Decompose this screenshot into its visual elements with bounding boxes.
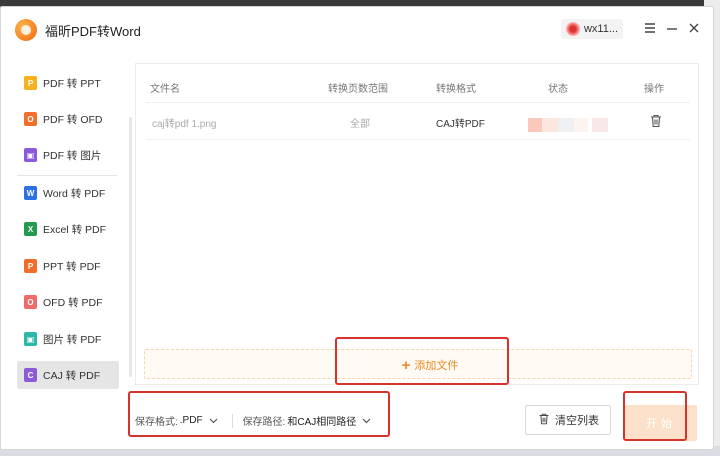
sidebar-item-label: PDF 转 OFD — [43, 113, 103, 126]
header-status: 状态 — [548, 84, 568, 95]
caj-icon: C — [24, 368, 37, 382]
clear-list-label: 清空列表 — [555, 415, 599, 427]
close-icon[interactable] — [687, 21, 701, 35]
sidebar-item-word-to-pdf[interactable]: W Word 转 PDF — [17, 179, 119, 207]
minimize-icon[interactable] — [665, 21, 679, 35]
sidebar-item-label: OFD 转 PDF — [43, 296, 103, 309]
clear-list-button[interactable]: 清空列表 — [525, 405, 611, 435]
image-icon: ▣ — [24, 148, 37, 162]
sidebar-item-pdf-to-ppt[interactable]: P PDF 转 PPT — [17, 69, 119, 97]
sidebar-item-ofd-to-pdf[interactable]: O OFD 转 PDF — [17, 288, 119, 316]
user-account[interactable]: wx11... — [560, 19, 623, 39]
avatar — [565, 22, 580, 36]
trash-icon[interactable] — [648, 113, 664, 129]
app-logo-icon — [15, 19, 37, 41]
menu-icon[interactable] — [643, 21, 657, 35]
image-icon: ▣ — [24, 332, 37, 346]
ppt-icon: P — [24, 76, 37, 90]
sidebar-item-label: 图片 转 PDF — [43, 333, 102, 346]
ofd-icon: O — [24, 295, 37, 309]
highlight-start — [623, 391, 687, 441]
sidebar-item-label: Word 转 PDF — [43, 187, 106, 200]
sidebar-item-label: PDF 转 PPT — [43, 77, 101, 90]
sidebar-scrollbar[interactable] — [129, 117, 132, 377]
trash-icon — [537, 412, 551, 429]
header-filename: 文件名 — [150, 84, 180, 95]
file-name: caj转pdf 1.png — [152, 119, 217, 130]
excel-icon: X — [24, 222, 37, 236]
sidebar-item-caj-to-pdf[interactable]: C CAJ 转 PDF — [17, 361, 119, 389]
sidebar-divider — [17, 175, 117, 176]
sidebar-item-label: Excel 转 PDF — [43, 223, 107, 236]
sidebar-item-ppt-to-pdf[interactable]: P PPT 转 PDF — [17, 252, 119, 280]
ppt-icon: P — [24, 259, 37, 273]
highlight-save-settings — [128, 391, 390, 437]
highlight-add-file — [335, 337, 509, 385]
sidebar-item-label: PDF 转 图片 — [43, 149, 102, 162]
header-format: 转换格式 — [436, 84, 476, 95]
user-name: wx11... — [583, 23, 618, 35]
sidebar-item-image-to-pdf[interactable]: ▣ 图片 转 PDF — [17, 325, 119, 353]
convert-format: CAJ转PDF — [436, 119, 485, 130]
header-action: 操作 — [644, 84, 664, 95]
titlebar: 福昕PDF转Word wx11... — [1, 7, 713, 51]
app-title: 福昕PDF转Word — [45, 24, 141, 39]
app-window: 福昕PDF转Word wx11... P PDF 转 PPT O PDF 转 O… — [0, 6, 714, 450]
table-row[interactable]: caj转pdf 1.png 全部 CAJ转PDF — [146, 102, 690, 140]
sidebar-item-label: CAJ 转 PDF — [43, 369, 101, 382]
ofd-icon: O — [24, 112, 37, 126]
word-icon: W — [24, 186, 37, 200]
sidebar-item-excel-to-pdf[interactable]: X Excel 转 PDF — [17, 215, 119, 243]
sidebar-item-pdf-to-ofd[interactable]: O PDF 转 OFD — [17, 105, 119, 133]
page-range[interactable]: 全部 — [350, 115, 370, 130]
sidebar-item-pdf-to-image[interactable]: ▣ PDF 转 图片 — [17, 141, 119, 169]
status-progress — [528, 118, 608, 132]
sidebar: P PDF 转 PPT O PDF 转 OFD ▣ PDF 转 图片 W Wor… — [1, 65, 133, 395]
sidebar-item-label: PPT 转 PDF — [43, 260, 101, 273]
header-page-range: 转换页数范围 — [328, 84, 388, 95]
